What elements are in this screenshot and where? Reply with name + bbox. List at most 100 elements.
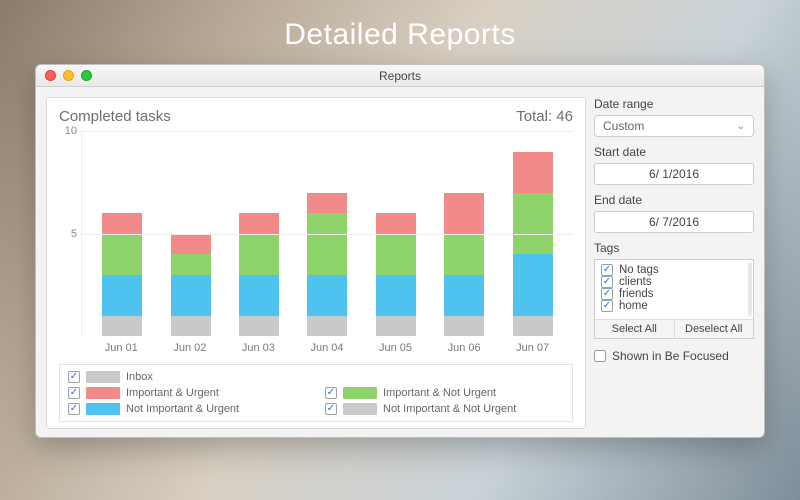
tag-row: No tags [601, 264, 747, 276]
y-axis: 510 [59, 131, 81, 336]
bar-segment [102, 213, 142, 234]
select-all-button[interactable]: Select All [595, 320, 675, 338]
bar-jun-05 [376, 213, 416, 336]
legend-checkbox-iu[interactable] [68, 387, 80, 399]
x-tick-label: Jun 04 [310, 342, 343, 354]
bar-segment [376, 213, 416, 234]
tag-label: friends [619, 288, 654, 300]
legend-swatch [86, 403, 120, 415]
y-tick-label: 5 [71, 228, 77, 240]
legend-swatch [343, 403, 377, 415]
legend-swatch [86, 371, 120, 383]
bar-segment [307, 193, 347, 214]
start-date-label: Start date [594, 145, 754, 159]
plot-area [81, 131, 573, 336]
bar-segment [102, 275, 142, 316]
chart-total: Total: 46 [516, 108, 573, 125]
bar-segment [239, 213, 279, 234]
bar-jun-04 [307, 193, 347, 337]
bar-jun-03 [239, 213, 279, 336]
x-tick-label: Jun 05 [379, 342, 412, 354]
bar-jun-02 [171, 234, 211, 337]
shown-in-be-focused-label: Shown in Be Focused [612, 349, 729, 363]
bar-segment [307, 275, 347, 316]
date-range-label: Date range [594, 97, 754, 111]
legend-label: Important & Urgent [126, 387, 219, 399]
legend-checkbox-inbox[interactable] [68, 371, 80, 383]
bar-segment [171, 254, 211, 275]
chart-plot: 510 [59, 131, 573, 336]
legend-checkbox-inu[interactable] [325, 387, 337, 399]
bar-segment [307, 213, 347, 275]
y-tick-label: 10 [65, 125, 77, 137]
bar-segment [513, 254, 553, 316]
bar-segment [239, 234, 279, 275]
legend-item-ninu: Not Important & Not Urgent [325, 403, 564, 415]
legend-label: Not Important & Urgent [126, 403, 239, 415]
tags-scrollbar[interactable] [748, 262, 752, 316]
x-axis: Jun 01 Jun 02 Jun 03 Jun 04 Jun 05 Jun 06 Jun … [59, 336, 573, 354]
tag-checkbox[interactable] [601, 300, 613, 312]
deselect-all-button[interactable]: Deselect All [675, 320, 754, 338]
x-tick-label: Jun 02 [173, 342, 206, 354]
shown-in-be-focused-checkbox[interactable] [594, 350, 606, 362]
bar-segment [102, 234, 142, 275]
chevron-down-icon: ⌄ [737, 121, 745, 132]
bar-segment [513, 193, 553, 255]
date-range-value: Custom [603, 119, 644, 133]
bar-jun-06 [444, 193, 484, 337]
tag-label: clients [619, 276, 652, 288]
bar-segment [239, 275, 279, 316]
x-tick-label: Jun 01 [105, 342, 138, 354]
legend-swatch [86, 387, 120, 399]
legend-item-inu: Important & Not Urgent [325, 387, 564, 399]
bar-segment [444, 275, 484, 316]
tag-row: friends [601, 288, 747, 300]
chart-title: Completed tasks [59, 108, 171, 125]
bar-segment [307, 316, 347, 337]
legend-item-iu: Important & Urgent [68, 387, 307, 399]
bar-segment [444, 193, 484, 234]
bar-segment [513, 316, 553, 337]
grid-line [82, 131, 573, 132]
tag-row: clients [601, 276, 747, 288]
bar-jun-01 [102, 213, 142, 336]
tag-checkbox[interactable] [601, 276, 613, 288]
legend-label: Important & Not Urgent [383, 387, 496, 399]
x-tick-label: Jun 03 [242, 342, 275, 354]
bar-segment [376, 275, 416, 316]
tag-label: home [619, 300, 648, 312]
tag-checkbox[interactable] [601, 264, 613, 276]
grid-line [82, 234, 573, 235]
x-tick-label: Jun 07 [516, 342, 549, 354]
legend-item-niu: Not Important & Urgent [68, 403, 307, 415]
chart-panel: Completed tasks Total: 46 510 Jun 01Jun … [46, 97, 586, 429]
reports-window: Reports Completed tasks Total: 46 510 Ju… [35, 64, 765, 438]
tag-checkbox[interactable] [601, 288, 613, 300]
bar-segment [171, 234, 211, 255]
end-date-label: End date [594, 193, 754, 207]
titlebar: Reports [36, 65, 764, 87]
bar-segment [444, 234, 484, 275]
bar-segment [444, 316, 484, 337]
legend-checkbox-ninu[interactable] [325, 403, 337, 415]
controls-panel: Date range Custom ⌄ Start date 6/ 1/2016… [594, 97, 754, 429]
legend-label: Inbox [126, 371, 153, 383]
x-tick-label: Jun 06 [448, 342, 481, 354]
start-date-input[interactable]: 6/ 1/2016 [594, 163, 754, 185]
page-heading: Detailed Reports [0, 0, 800, 64]
bar-jun-07 [513, 152, 553, 337]
end-date-input[interactable]: 6/ 7/2016 [594, 211, 754, 233]
tags-box: No tagsclientsfriendshome Select All Des… [594, 259, 754, 339]
bar-segment [171, 275, 211, 316]
bar-segment [239, 316, 279, 337]
tags-label: Tags [594, 241, 754, 255]
bar-segment [376, 316, 416, 337]
date-range-select[interactable]: Custom ⌄ [594, 115, 754, 137]
legend-checkbox-niu[interactable] [68, 403, 80, 415]
tag-row: home [601, 300, 747, 312]
legend-label: Not Important & Not Urgent [383, 403, 516, 415]
legend-item-inbox: Inbox [68, 371, 564, 383]
legend-swatch [343, 387, 377, 399]
window-title: Reports [36, 69, 764, 83]
